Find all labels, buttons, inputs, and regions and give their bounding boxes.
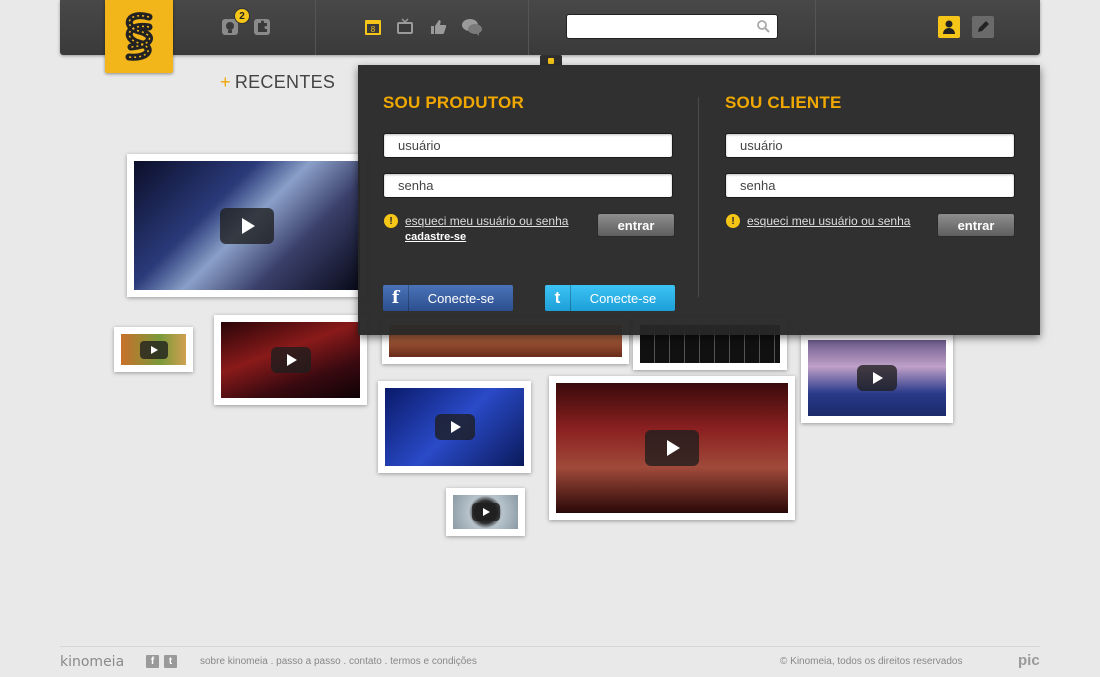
chat-bubbles-icon[interactable] <box>460 15 484 39</box>
client-password-input[interactable] <box>726 174 1014 197</box>
twitter-connect-button[interactable]: t Conecte-se <box>545 285 675 311</box>
search-icon[interactable] <box>757 20 770 38</box>
thumbs-up-icon[interactable] <box>426 15 450 39</box>
video-thumbnail[interactable] <box>378 381 531 473</box>
video-thumbnail[interactable] <box>446 488 525 536</box>
divider <box>528 0 529 55</box>
client-username-field <box>725 133 1015 158</box>
play-button[interactable] <box>139 340 168 359</box>
footer-link-contato[interactable]: contato <box>349 656 382 667</box>
producer-password-field <box>383 173 673 198</box>
client-password-field <box>725 173 1015 198</box>
client-title: SOU CLIENTE <box>725 93 842 112</box>
dropdown-pointer <box>540 55 562 65</box>
pic-credit[interactable]: pic <box>1018 652 1040 669</box>
footer-link-termos[interactable]: termos e condições <box>390 656 477 667</box>
section-title: + RECENTES <box>220 72 335 93</box>
search-input[interactable] <box>567 15 747 38</box>
play-button[interactable] <box>645 430 699 466</box>
warning-icon: ! <box>726 214 740 228</box>
play-button[interactable] <box>471 503 500 521</box>
producer-username-field <box>383 133 673 158</box>
play-button[interactable] <box>220 207 274 244</box>
footer-brand[interactable]: kinomeia <box>60 654 124 670</box>
producer-forgot-link[interactable]: esqueci meu usuário ou senha <box>405 214 568 228</box>
calendar-icon[interactable]: 8 <box>361 15 385 39</box>
plus-icon: + <box>220 72 231 92</box>
facebook-connect-label: Conecte-se <box>427 290 495 306</box>
footer-divider <box>60 646 1040 647</box>
svg-text:8: 8 <box>371 25 376 34</box>
kinomeia-logo[interactable] <box>105 0 173 73</box>
twitter-icon: t <box>545 285 571 311</box>
video-thumbnail[interactable] <box>549 376 795 520</box>
twitter-connect-label: Conecte-se <box>589 290 657 306</box>
tv-icon[interactable] <box>393 15 417 39</box>
play-button[interactable] <box>270 347 311 373</box>
producer-submit-button[interactable]: entrar <box>597 213 675 237</box>
divider <box>315 0 316 55</box>
recentes-label: RECENTES <box>234 72 336 92</box>
facebook-icon: f <box>383 285 409 311</box>
footer-links: sobre kinomeia . passo a passo . contato… <box>200 656 477 667</box>
producer-password-input[interactable] <box>384 174 672 197</box>
producer-username-input[interactable] <box>384 134 672 157</box>
play-button[interactable] <box>434 414 475 440</box>
client-submit-button[interactable]: entrar <box>937 213 1015 237</box>
footer: kinomeia f t sobre kinomeia . passo a pa… <box>60 652 1040 670</box>
play-button[interactable] <box>857 365 897 391</box>
puzzle-icon[interactable] <box>250 15 274 39</box>
pencil-icon <box>978 21 989 32</box>
video-thumbnail[interactable] <box>127 154 367 297</box>
user-icon <box>943 20 955 34</box>
facebook-connect-button[interactable]: f Conecte-se <box>383 285 513 311</box>
producer-title: SOU PRODUTOR <box>383 93 524 112</box>
login-dropdown: SOU PRODUTOR ! esqueci meu usuário ou se… <box>358 65 1040 335</box>
footer-link-passo-a-passo[interactable]: passo a passo <box>276 656 341 667</box>
client-forgot-link[interactable]: esqueci meu usuário ou senha <box>747 214 910 228</box>
producer-signup-link[interactable]: cadastre-se <box>405 231 466 243</box>
notification-badge: 2 <box>234 8 250 24</box>
video-thumbnail[interactable] <box>114 327 193 372</box>
divider <box>815 0 816 55</box>
top-navigation-bar: 2 8 <box>60 0 1040 73</box>
video-thumbnail[interactable] <box>801 333 953 423</box>
search-box <box>566 14 778 39</box>
copyright: © Kinomeia, todos os direitos reservados <box>780 656 963 667</box>
user-login-button[interactable] <box>938 16 960 38</box>
twitter-icon[interactable]: t <box>164 655 177 668</box>
client-username-input[interactable] <box>726 134 1014 157</box>
warning-icon: ! <box>384 214 398 228</box>
video-thumbnail[interactable] <box>214 315 367 405</box>
footer-link-sobre[interactable]: sobre kinomeia <box>200 656 268 667</box>
divider <box>698 97 699 297</box>
facebook-icon[interactable]: f <box>146 655 159 668</box>
edit-button[interactable] <box>972 16 994 38</box>
